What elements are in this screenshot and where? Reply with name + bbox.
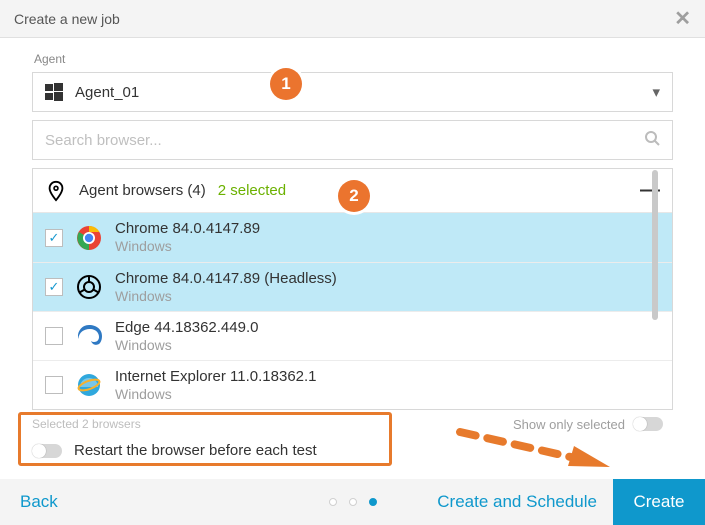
location-pin-icon bbox=[45, 180, 67, 202]
browser-name: Internet Explorer 11.0.18362.1 bbox=[115, 368, 317, 386]
step-dot[interactable] bbox=[329, 498, 337, 506]
browser-text: Internet Explorer 11.0.18362.1 Windows bbox=[115, 368, 317, 403]
browser-search[interactable] bbox=[32, 120, 673, 160]
dialog-body: Agent Agent_01 ▾ Agent browsers (4) 2 se… bbox=[0, 38, 705, 410]
step-dot-active[interactable] bbox=[369, 498, 377, 506]
edge-icon bbox=[75, 322, 103, 350]
create-button[interactable]: Create bbox=[613, 479, 705, 525]
create-and-schedule-button[interactable]: Create and Schedule bbox=[437, 492, 597, 512]
checkbox-icon[interactable] bbox=[45, 229, 63, 247]
agent-label: Agent bbox=[34, 52, 673, 66]
close-icon[interactable]: ✕ bbox=[674, 9, 691, 29]
group-selected-count: 2 selected bbox=[218, 182, 286, 199]
dialog-title: Create a new job bbox=[14, 11, 120, 27]
lower-panel: Selected 2 browsers Show only selected R… bbox=[0, 412, 705, 459]
checkbox-icon[interactable] bbox=[45, 327, 63, 345]
browser-name: Chrome 84.0.4147.89 (Headless) bbox=[115, 270, 337, 288]
browser-row[interactable]: Edge 44.18362.449.0 Windows bbox=[33, 311, 672, 360]
browser-text: Chrome 84.0.4147.89 (Headless) Windows bbox=[115, 270, 337, 305]
restart-toggle[interactable] bbox=[32, 444, 62, 458]
search-icon bbox=[644, 130, 660, 151]
caret-down-icon: ▾ bbox=[652, 83, 660, 101]
chrome-headless-icon bbox=[75, 273, 103, 301]
browser-name: Edge 44.18362.449.0 bbox=[115, 319, 258, 337]
annotation-badge-2: 2 bbox=[338, 180, 370, 212]
browser-os: Windows bbox=[115, 238, 260, 255]
browser-name: Chrome 84.0.4147.89 bbox=[115, 220, 260, 238]
browser-os: Windows bbox=[115, 337, 258, 354]
selected-summary: Selected 2 browsers bbox=[32, 417, 141, 431]
checkbox-icon[interactable] bbox=[45, 278, 63, 296]
annotation-badge-1: 1 bbox=[270, 68, 302, 100]
browser-os: Windows bbox=[115, 288, 337, 305]
browser-list-wrap: Chrome 84.0.4147.89 Windows Chrome 84.0.… bbox=[33, 213, 672, 409]
back-button[interactable]: Back bbox=[20, 492, 58, 512]
browser-list: Chrome 84.0.4147.89 Windows Chrome 84.0.… bbox=[33, 213, 672, 409]
browser-row[interactable]: Chrome 84.0.4147.89 Windows bbox=[33, 213, 672, 262]
browser-text: Edge 44.18362.449.0 Windows bbox=[115, 319, 258, 354]
dialog-header: Create a new job ✕ bbox=[0, 0, 705, 38]
dialog-footer: Back Create and Schedule Create bbox=[0, 479, 705, 525]
group-title: Agent browsers (4) bbox=[79, 182, 206, 199]
restart-label: Restart the browser before each test bbox=[74, 442, 317, 459]
search-input[interactable] bbox=[45, 121, 644, 159]
step-indicator bbox=[329, 498, 377, 506]
windows-icon bbox=[45, 83, 63, 101]
browser-row[interactable]: Internet Explorer 11.0.18362.1 Windows bbox=[33, 360, 672, 409]
scrollbar-thumb[interactable] bbox=[652, 170, 658, 320]
browser-text: Chrome 84.0.4147.89 Windows bbox=[115, 220, 260, 255]
show-only-selected-label: Show only selected bbox=[513, 417, 625, 432]
agent-select[interactable]: Agent_01 ▾ bbox=[32, 72, 673, 112]
show-only-selected-toggle[interactable] bbox=[633, 417, 663, 431]
ie-icon bbox=[75, 371, 103, 399]
checkbox-icon[interactable] bbox=[45, 376, 63, 394]
browser-row[interactable]: Chrome 84.0.4147.89 (Headless) Windows bbox=[33, 262, 672, 311]
step-dot[interactable] bbox=[349, 498, 357, 506]
agent-value: Agent_01 bbox=[75, 84, 139, 101]
create-job-dialog: Create a new job ✕ Agent Agent_01 ▾ Agen… bbox=[0, 0, 705, 525]
chrome-icon bbox=[75, 224, 103, 252]
browser-os: Windows bbox=[115, 386, 317, 403]
